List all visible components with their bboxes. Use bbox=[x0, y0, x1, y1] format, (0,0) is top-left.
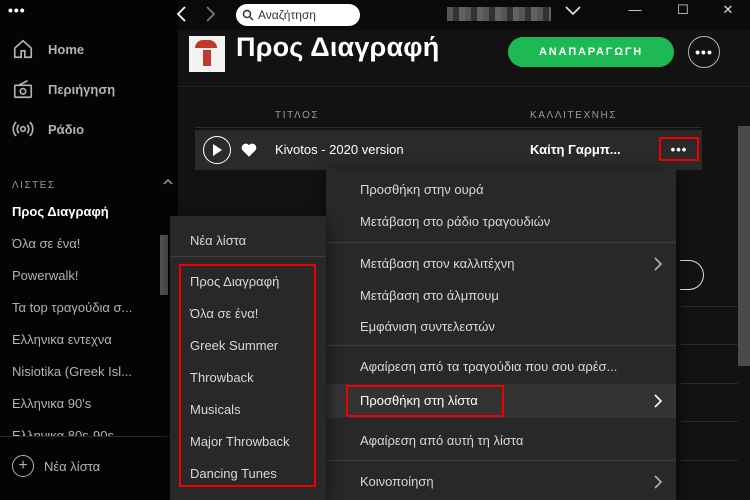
maximize-window-button[interactable]: ☐ bbox=[675, 2, 691, 18]
chevron-right-icon bbox=[654, 394, 663, 408]
submenu-divider bbox=[170, 256, 326, 257]
row-divider bbox=[680, 383, 738, 384]
app-menu-dots-icon[interactable]: ••• bbox=[8, 2, 26, 18]
menu-item-remove-from-liked[interactable]: Αφαίρεση από τα τραγούδια που σου αρέσ..… bbox=[360, 359, 617, 374]
forward-arrow-icon[interactable] bbox=[200, 4, 220, 24]
menu-item-go-to-artist[interactable]: Μετάβαση στον καλλιτέχνη bbox=[360, 256, 515, 271]
main-scrollbar[interactable] bbox=[738, 126, 750, 366]
column-header-title[interactable]: ΤΙΤΛΟΣ bbox=[275, 110, 319, 121]
column-header-artist[interactable]: ΚΑΛΛΙΤΕΧΝΗΣ bbox=[530, 110, 617, 121]
header-divider bbox=[178, 86, 750, 87]
nav-browse-label: Περιήγηση bbox=[48, 81, 116, 97]
play-icon bbox=[213, 144, 222, 156]
chevron-up-icon[interactable] bbox=[162, 176, 174, 188]
close-window-button[interactable]: ✕ bbox=[720, 2, 736, 18]
sidebar-playlist-item[interactable]: Ελληνικα 80s-90s... bbox=[12, 428, 162, 436]
track-title: Kivotos - 2020 version bbox=[275, 142, 404, 157]
highlight-box bbox=[179, 264, 316, 487]
user-profile-blurred[interactable] bbox=[447, 7, 551, 21]
heart-icon[interactable] bbox=[240, 141, 258, 159]
sidebar-scrollbar[interactable] bbox=[160, 235, 168, 295]
play-button[interactable]: ΑΝΑΠΑΡΑΓΩΓΗ bbox=[508, 37, 674, 67]
sidebar-playlist-item[interactable]: Τα top τραγούδια σ... bbox=[12, 300, 162, 315]
home-icon bbox=[13, 39, 33, 59]
chevron-down-icon[interactable] bbox=[564, 5, 582, 17]
menu-item-show-credits[interactable]: Εμφάνιση συντελεστών bbox=[360, 319, 495, 334]
browse-icon bbox=[13, 80, 33, 99]
plus-icon: + bbox=[12, 455, 34, 477]
track-play-button[interactable] bbox=[203, 136, 231, 164]
menu-item-share[interactable]: Κοινοποίηση bbox=[360, 474, 434, 489]
track-artist[interactable]: Καίτη Γαρμπ... bbox=[530, 142, 621, 157]
chevron-right-icon bbox=[654, 475, 663, 489]
playlist-more-button[interactable]: ••• bbox=[688, 36, 720, 68]
page-title: Προς Διαγραφή bbox=[236, 32, 440, 62]
column-header-divider bbox=[195, 127, 702, 128]
track-more-button[interactable]: ••• bbox=[659, 137, 699, 161]
nav-radio-label: Ράδιο bbox=[48, 121, 85, 137]
sidebar-divider bbox=[0, 436, 178, 437]
row-divider bbox=[680, 460, 738, 461]
back-arrow-icon[interactable] bbox=[172, 4, 192, 24]
row-divider bbox=[680, 421, 738, 422]
sidebar-playlist-item[interactable]: Όλα σε ένα! bbox=[12, 236, 162, 251]
nav-radio[interactable]: Ράδιο bbox=[12, 114, 84, 144]
search-input[interactable]: Αναζήτηση bbox=[236, 4, 360, 26]
sidebar-playlist-item[interactable]: Ελληνικα 90's bbox=[12, 396, 162, 411]
row-divider bbox=[680, 306, 738, 307]
follow-button-partial[interactable] bbox=[680, 260, 704, 290]
sidebar-playlist-item[interactable]: Nisiotika (Greek Isl... bbox=[12, 364, 162, 379]
new-playlist-button[interactable]: + Νέα λίστα bbox=[12, 455, 100, 477]
track-row[interactable] bbox=[195, 130, 702, 170]
highlight-box bbox=[346, 385, 504, 417]
menu-item-remove-from-playlist[interactable]: Αφαίρεση από αυτή τη λίστα bbox=[360, 433, 523, 448]
radio-icon bbox=[12, 121, 34, 137]
playlist-cover-image bbox=[189, 36, 225, 72]
sidebar-playlist-item[interactable]: Powerwalk! bbox=[12, 268, 162, 283]
row-divider bbox=[680, 344, 738, 345]
nav-browse[interactable]: Περιήγηση bbox=[12, 74, 115, 104]
search-placeholder: Αναζήτηση bbox=[258, 8, 316, 22]
menu-item-add-to-queue[interactable]: Προσθήκη στην ουρά bbox=[360, 182, 484, 197]
menu-item-go-to-album[interactable]: Μετάβαση στο άλμπουμ bbox=[360, 288, 499, 303]
menu-divider bbox=[326, 242, 676, 243]
new-playlist-label: Νέα λίστα bbox=[44, 458, 101, 474]
menu-divider bbox=[326, 460, 676, 461]
search-icon bbox=[242, 9, 254, 21]
menu-item-song-radio[interactable]: Μετάβαση στο ράδιο τραγουδιών bbox=[360, 214, 550, 229]
sidebar-playlist-item[interactable]: Προς Διαγραφή bbox=[12, 204, 162, 219]
chevron-right-icon bbox=[654, 257, 663, 271]
minimize-window-button[interactable]: — bbox=[627, 2, 643, 18]
menu-divider bbox=[326, 345, 676, 346]
nav-home-label: Home bbox=[48, 41, 85, 57]
submenu-new-playlist[interactable]: Νέα λίστα bbox=[190, 233, 246, 248]
nav-home[interactable]: Home bbox=[12, 34, 84, 64]
playlists-section-label: ΛΙΣΤΕΣ bbox=[12, 180, 56, 191]
sidebar-playlist-item[interactable]: Ελληνικα εντεχνα bbox=[12, 332, 162, 347]
